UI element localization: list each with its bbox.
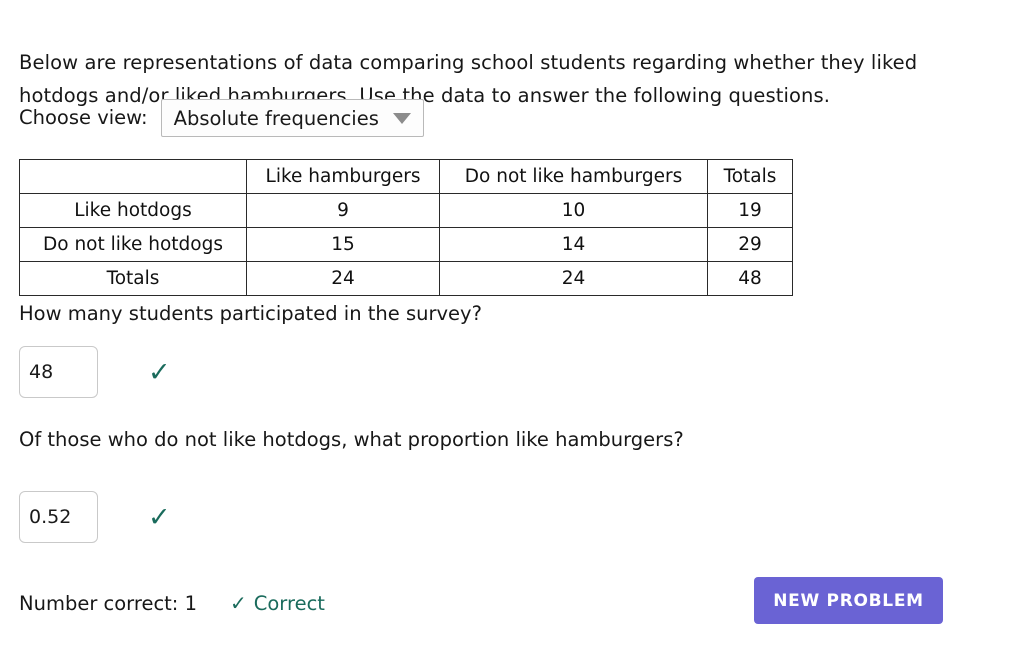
table-row: Like hotdogs 9 10 19 [20,194,793,228]
table-col-header-do-not-like-hamburgers: Do not like hamburgers [440,160,708,194]
question-1-prompt: How many students participated in the su… [19,302,482,325]
question-2-answer-input[interactable] [19,491,98,543]
table-col-header-like-hamburgers: Like hamburgers [247,160,440,194]
check-icon: ✓ [230,591,247,615]
question-1-answer-row: ✓ [19,346,171,398]
table-cell: 10 [440,194,708,228]
number-correct-label: Number correct: 1 [19,592,197,615]
table-cell: 24 [247,262,440,296]
view-chooser-row: Choose view: Absolute frequencies [19,99,424,137]
question-2-answer-row: ✓ [19,491,171,543]
table-cell: 15 [247,228,440,262]
table-row-header-like-hotdogs: Like hotdogs [20,194,247,228]
table-cell: 9 [247,194,440,228]
question-1-answer-input[interactable] [19,346,98,398]
table-row: Totals 24 24 48 [20,262,793,296]
view-select[interactable]: Absolute frequencies [161,99,424,137]
exercise-page: Below are representations of data compar… [0,0,1032,645]
table-cell: 14 [440,228,708,262]
table-row-header-totals: Totals [20,262,247,296]
status-badge: ✓ Correct [230,591,325,615]
table-col-header-totals: Totals [708,160,793,194]
choose-view-label: Choose view: [19,99,148,137]
table-cell: 29 [708,228,793,262]
new-problem-button[interactable]: NEW PROBLEM [754,577,943,624]
status-text: Correct [254,592,325,615]
table-corner-cell [20,160,247,194]
table-cell: 19 [708,194,793,228]
footer-status-row: Number correct: 1 ✓ Correct [19,589,325,617]
table-header-row: Like hamburgers Do not like hamburgers T… [20,160,793,194]
table-row-header-do-not-like-hotdogs: Do not like hotdogs [20,228,247,262]
view-select-value: Absolute frequencies [174,107,379,130]
chevron-down-icon [393,113,411,124]
table-row: Do not like hotdogs 15 14 29 [20,228,793,262]
question-2-prompt: Of those who do not like hotdogs, what p… [19,428,684,451]
table-cell: 24 [440,262,708,296]
contingency-table: Like hamburgers Do not like hamburgers T… [19,159,793,296]
check-icon: ✓ [148,359,171,386]
check-icon: ✓ [148,504,171,531]
table-cell: 48 [708,262,793,296]
